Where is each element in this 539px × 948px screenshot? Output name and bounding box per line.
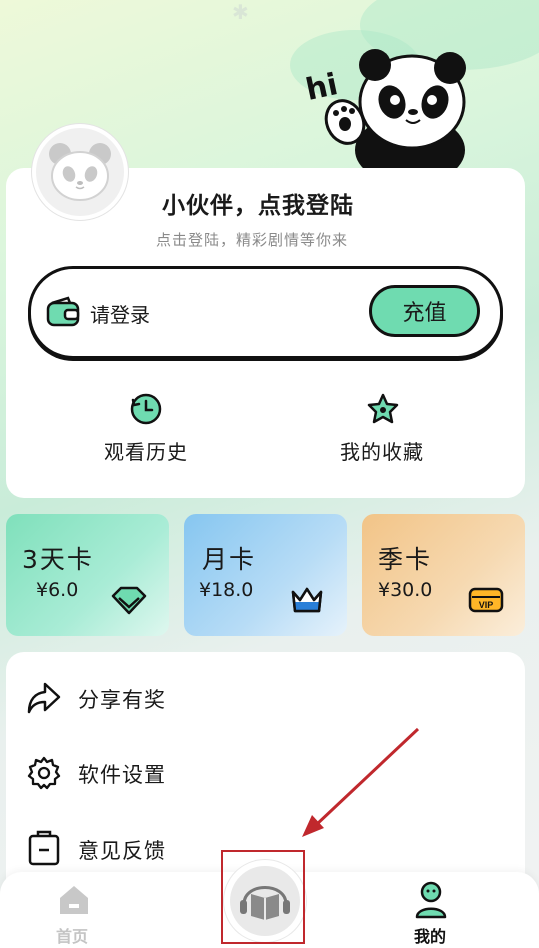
vip-card-name: 月卡 xyxy=(202,545,257,574)
vip-card-price: ¥18.0 xyxy=(199,579,254,601)
vip-card-name: 季卡 xyxy=(378,545,433,574)
tab-home[interactable]: 首页 xyxy=(56,923,88,947)
vip-ticket-icon: VIP xyxy=(468,586,504,618)
feedback-icon xyxy=(27,830,61,870)
tab-mine[interactable]: 我的 xyxy=(414,923,446,947)
diamond-icon xyxy=(110,584,148,620)
vip-card-price: ¥6.0 xyxy=(36,579,79,601)
login-prompt-subtitle[interactable]: 点击登陆，精彩剧情等你来 xyxy=(156,229,348,250)
panda-avatar-icon xyxy=(49,143,111,201)
annotation-highlight-box xyxy=(221,850,305,944)
annotation-arrow xyxy=(298,725,423,844)
quick-link-favorites[interactable]: 我的收藏 xyxy=(340,436,424,465)
crown-icon xyxy=(289,584,325,620)
history-icon[interactable] xyxy=(129,392,163,430)
profile-icon[interactable] xyxy=(414,880,448,924)
sparkle-icon: ✱ xyxy=(232,0,249,24)
menu-item-settings[interactable]: 软件设置 xyxy=(78,759,166,789)
vip-card-name: 3天卡 xyxy=(22,545,94,574)
home-icon[interactable] xyxy=(56,882,92,920)
vip-card-price: ¥30.0 xyxy=(378,579,433,601)
login-prompt-title[interactable]: 小伙伴，点我登陆 xyxy=(162,186,354,220)
panda-illustration xyxy=(300,40,480,185)
menu-item-share[interactable]: 分享有奖 xyxy=(78,684,166,714)
wallet-login-label: 请登录 xyxy=(90,303,150,327)
wallet-icon xyxy=(46,296,80,332)
avatar[interactable] xyxy=(32,124,128,220)
share-icon xyxy=(26,680,62,720)
star-icon[interactable] xyxy=(366,392,400,430)
recharge-button[interactable]: 充值 xyxy=(369,285,480,337)
quick-link-history[interactable]: 观看历史 xyxy=(104,436,188,465)
gear-icon xyxy=(26,755,62,795)
svg-text:VIP: VIP xyxy=(479,600,494,610)
menu-item-feedback[interactable]: 意见反馈 xyxy=(78,835,166,865)
